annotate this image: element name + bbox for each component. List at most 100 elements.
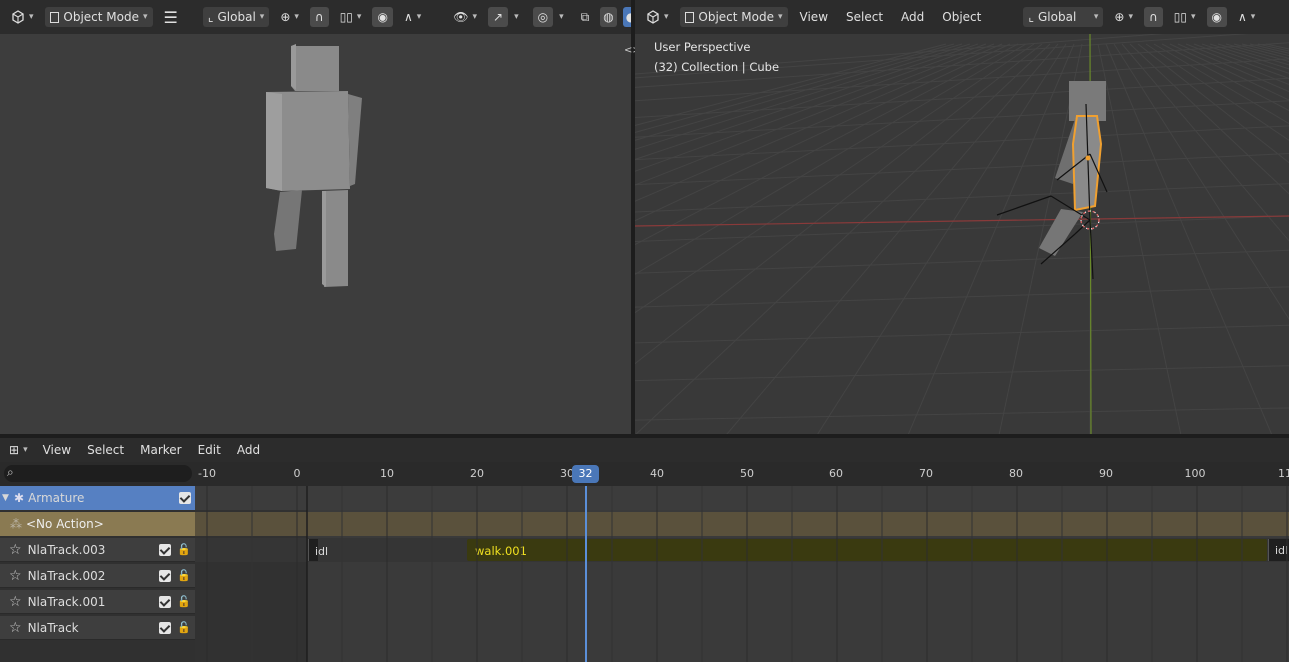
snap-toggle[interactable]: ∩: [309, 7, 329, 27]
magnet-icon: ∩: [314, 10, 324, 24]
menu-add[interactable]: Add: [231, 443, 266, 457]
menu-add[interactable]: Add: [895, 10, 930, 24]
shading-wireframe-button[interactable]: ◍: [600, 7, 617, 27]
chevron-down-icon: ▾: [664, 12, 669, 22]
menu-view[interactable]: View: [794, 10, 834, 24]
armature-data-icon: ✱: [14, 491, 25, 505]
object-mode-dropdown[interactable]: Object Mode ▾: [679, 7, 788, 27]
mode-label: Object Mode: [63, 10, 139, 24]
channel-checkbox[interactable]: [159, 543, 172, 556]
transform-orientation-dropdown[interactable]: ⌞ Global ▾: [202, 7, 270, 27]
strip-walk-label: walk.001: [475, 544, 527, 558]
channel-checkbox[interactable]: [159, 595, 172, 608]
chevron-down-icon: ▾: [29, 12, 34, 22]
chevron-down-icon: ▾: [1250, 12, 1256, 22]
channel-checkbox[interactable]: [159, 569, 172, 582]
editor-type-button[interactable]: ▾: [6, 7, 39, 27]
ruler-tick-label: 90: [1099, 467, 1113, 480]
lock-icon[interactable]: 🔓: [177, 569, 191, 582]
falloff-button[interactable]: ∧ ▾: [399, 7, 426, 27]
snap-toggle[interactable]: ∩: [1143, 7, 1163, 27]
orientation-icon: ⌞: [1028, 10, 1034, 24]
falloff-button[interactable]: ∧ ▾: [1233, 7, 1260, 27]
strip-walk[interactable]: walk.001: [467, 539, 1267, 561]
proportional-edit-toggle[interactable]: ◉: [372, 7, 393, 27]
channel-track[interactable]: ☆ NlaTrack.003 🔓: [0, 538, 195, 562]
snap-target-button[interactable]: ▯▯ ▾: [1169, 7, 1201, 27]
strip-idle-right[interactable]: idl: [1268, 539, 1289, 561]
playhead-line: [585, 486, 587, 662]
gizmo-toggle[interactable]: ↗: [488, 7, 509, 27]
overlays-toggle[interactable]: ◎: [532, 7, 554, 27]
ruler-tick-label: 0: [293, 467, 301, 480]
channel-checkbox[interactable]: [179, 492, 191, 504]
object-mode-icon: [684, 11, 695, 23]
channel-checkbox[interactable]: [159, 621, 172, 634]
star-icon[interactable]: ☆: [9, 568, 22, 584]
nla-header: ⊞ ▾ View Select Marker Edit Add: [0, 438, 1289, 462]
object-mode-icon: [49, 11, 60, 23]
visibility-button[interactable]: 👁 ▾: [448, 7, 482, 27]
ruler-tick-label: 50: [740, 467, 754, 480]
star-icon[interactable]: ☆: [9, 620, 22, 636]
lock-icon[interactable]: 🔓: [177, 543, 191, 556]
xray-icon: ⧉: [580, 9, 590, 24]
eye-icon: 👁: [453, 10, 469, 24]
ruler-tick-label: 80: [1009, 467, 1023, 480]
3d-viewport-icon: [647, 10, 659, 24]
orientation-label: Global: [217, 10, 256, 24]
collection-label: (32) Collection | Cube: [654, 60, 780, 74]
ruler-tick-label: 40: [650, 467, 664, 480]
lock-icon[interactable]: 🔓: [177, 621, 191, 634]
star-icon[interactable]: ☆: [9, 594, 22, 610]
star-icon[interactable]: ☆: [9, 542, 22, 558]
chevron-down-icon: ▾: [294, 12, 299, 22]
mannequin-solid-view: [266, 44, 362, 287]
orientation-icon: ⌞: [207, 10, 214, 24]
editor-type-button[interactable]: ⊞ ▾: [4, 440, 33, 460]
chevron-down-icon: ▾: [559, 12, 564, 22]
menu-edit[interactable]: Edit: [192, 443, 227, 457]
pivot-point-button[interactable]: ⊕ ▾: [1109, 7, 1138, 27]
transform-orientation-dropdown[interactable]: ⌞ Global ▾: [1023, 7, 1104, 27]
view-perspective-label: User Perspective: [654, 40, 751, 54]
menu-object[interactable]: Object: [936, 10, 987, 24]
overlays-icon: ◎: [537, 10, 549, 24]
chevron-down-icon: ▾: [1190, 12, 1196, 22]
hamburger-menu-button[interactable]: ☰: [159, 7, 183, 27]
ruler-tick-label: 20: [470, 467, 484, 480]
3d-viewport-icon: [12, 10, 24, 24]
armature-icon: ▼: [2, 493, 9, 503]
pivot-point-button[interactable]: ⊕ ▾: [275, 7, 304, 27]
menu-marker[interactable]: Marker: [134, 443, 187, 457]
falloff-curve-icon: ∧: [1238, 10, 1247, 24]
channel-search-input[interactable]: ⌕: [4, 465, 192, 482]
channel-track[interactable]: ☆ NlaTrack 🔓: [0, 616, 195, 640]
menu-view[interactable]: View: [37, 443, 77, 457]
xray-toggle[interactable]: ⧉: [576, 7, 595, 27]
channel-name: NlaTrack: [27, 620, 79, 635]
channel-track[interactable]: ☆ NlaTrack.002 🔓: [0, 564, 195, 588]
chevron-down-icon: ▾: [514, 12, 519, 22]
action-row-strip: [195, 512, 1289, 536]
channel-track[interactable]: ☆ NlaTrack.001 🔓: [0, 590, 195, 614]
ruler-tick-label: 60: [829, 467, 843, 480]
frame-ruler[interactable]: -10 0 10 20 30 40 50 60 70 80 90 100 11: [195, 462, 1289, 486]
channel-no-action[interactable]: ⁂ <No Action>: [0, 512, 195, 536]
pivot-icon: ⊕: [280, 10, 291, 24]
channel-armature[interactable]: ▼ ✱ Armature: [0, 486, 195, 510]
wireframe-sphere-icon: ◍: [603, 10, 614, 24]
lock-icon[interactable]: 🔓: [177, 595, 191, 608]
object-mode-dropdown[interactable]: Object Mode ▾: [44, 7, 153, 27]
snap-target-button[interactable]: ▯▯ ▾: [335, 7, 367, 27]
current-frame-indicator[interactable]: 32: [572, 465, 599, 483]
ruler-tick-label: 100: [1184, 467, 1206, 480]
menu-select[interactable]: Select: [81, 443, 130, 457]
left-viewport[interactable]: [0, 34, 631, 434]
editor-type-button[interactable]: ▾: [641, 7, 674, 27]
menu-select[interactable]: Select: [840, 10, 889, 24]
right-viewport[interactable]: User Perspective (32) Collection | Cube: [635, 34, 1289, 434]
chevron-down-icon: ▾: [1128, 12, 1133, 22]
chevron-down-icon: ▾: [356, 12, 362, 22]
proportional-edit-toggle[interactable]: ◉: [1206, 7, 1227, 27]
